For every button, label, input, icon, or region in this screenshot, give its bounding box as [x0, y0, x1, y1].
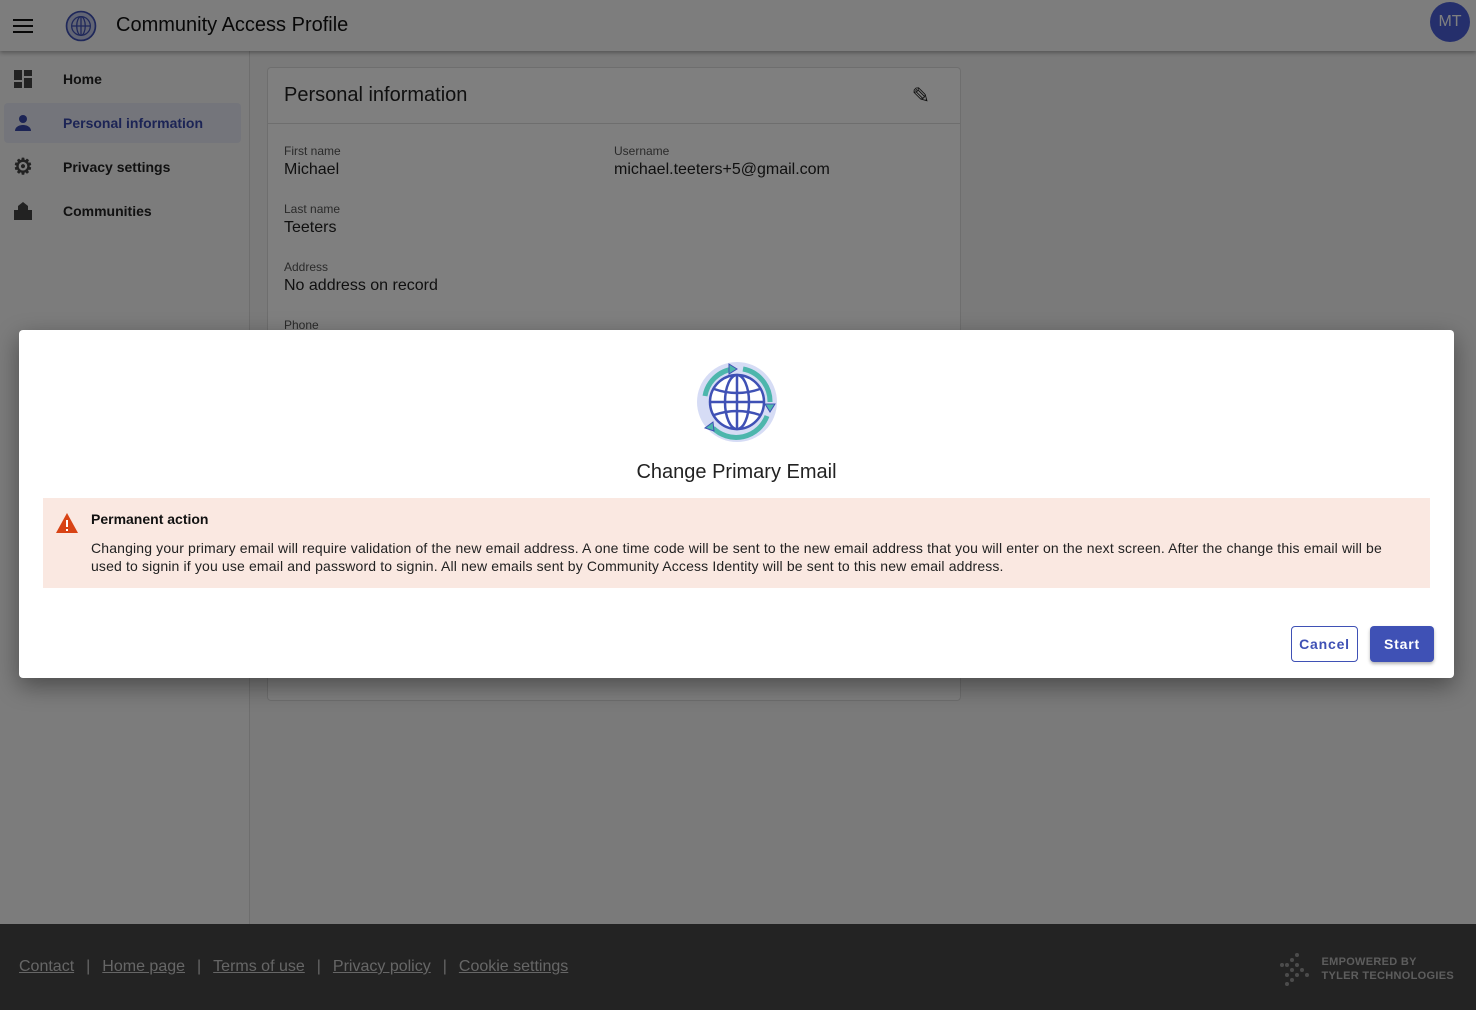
dialog-title: Change Primary Email — [636, 461, 837, 483]
cancel-button[interactable]: Cancel — [1291, 626, 1358, 662]
warning-title: Permanent action — [91, 511, 209, 527]
warning-body: Changing your primary email will require… — [91, 540, 1382, 574]
warning-icon — [56, 513, 78, 533]
start-button[interactable]: Start — [1370, 626, 1434, 662]
change-email-dialog: Change Primary Email Permanent action Ch… — [19, 330, 1454, 678]
warning-banner: Permanent action Changing your primary e… — [43, 498, 1430, 588]
globe-refresh-icon — [697, 362, 777, 442]
